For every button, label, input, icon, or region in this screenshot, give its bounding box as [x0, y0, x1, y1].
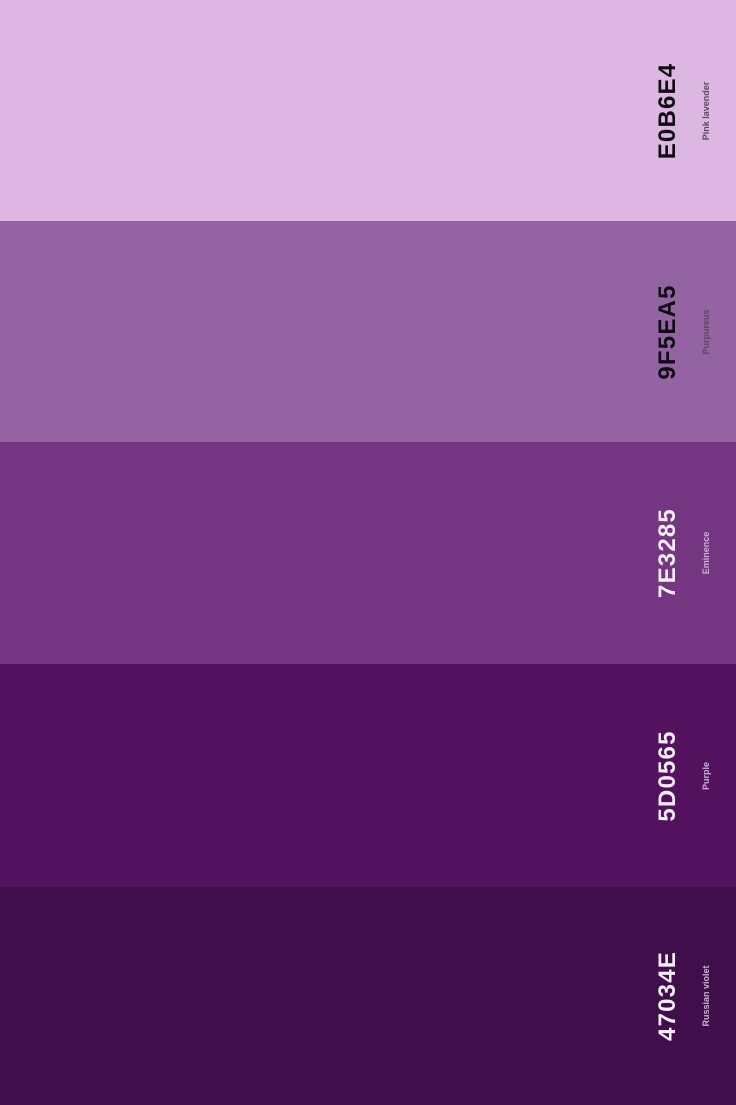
swatch-eminence: 7E3285 Eminence — [0, 442, 736, 664]
swatch-purpureus: 9F5EA5 Purpureus — [0, 221, 736, 442]
color-name: Eminence — [701, 531, 711, 575]
color-name: Purple — [701, 761, 711, 790]
hex-code: E0B6E4 — [654, 62, 681, 159]
color-name: Purpureus — [701, 308, 711, 355]
swatch-pink-lavender: E0B6E4 Pink lavender — [0, 0, 736, 221]
color-name: Pink lavender — [701, 81, 711, 140]
swatch-purple: 5D0565 Purple — [0, 664, 736, 887]
color-palette: E0B6E4 Pink lavender 9F5EA5 Purpureus 7E… — [0, 0, 736, 1105]
hex-code: 7E3285 — [654, 508, 681, 598]
hex-code: 5D0565 — [654, 729, 681, 822]
color-name: Russian violet — [701, 965, 711, 1027]
hex-code: 9F5EA5 — [654, 283, 681, 380]
swatch-russian-violet: 47034E Russian violet — [0, 887, 736, 1105]
hex-code: 47034E — [654, 951, 681, 1041]
